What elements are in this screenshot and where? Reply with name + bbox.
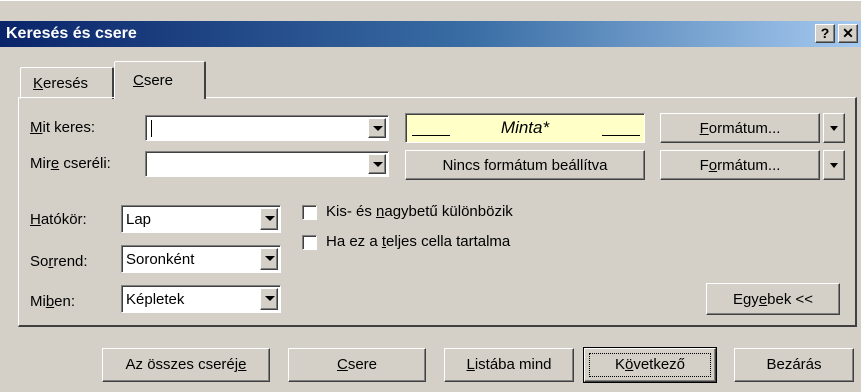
chevron-down-icon	[373, 162, 383, 167]
window-title: Keresés és csere	[6, 25, 137, 42]
replace-label: Mire cseréli:	[30, 155, 111, 172]
look-in-dropdown-button[interactable]	[260, 288, 278, 310]
find-all-label: Listába mind	[466, 356, 552, 373]
chevron-down-icon	[830, 126, 838, 131]
within-label: Hatókör:	[30, 211, 87, 228]
look-in-label: Miben:	[30, 293, 76, 310]
find-replace-dialog: Keresés és csere ? ✕ Keresés Csere Mit k…	[0, 0, 861, 392]
entire-cell-label[interactable]: Ha ez a teljes cella tartalma	[326, 233, 510, 250]
chevron-down-icon	[265, 216, 275, 221]
find-next-button[interactable]: Következő	[583, 347, 717, 383]
title-bar[interactable]: Keresés és csere ? ✕	[0, 21, 861, 47]
chevron-down-icon	[265, 296, 275, 301]
tab-search-label: Keresés	[33, 75, 89, 92]
find-format-preview: Minta*	[405, 113, 645, 143]
find-input[interactable]	[145, 115, 389, 141]
find-format-button[interactable]: Formátum...	[660, 113, 820, 143]
replace-input[interactable]	[145, 151, 389, 177]
search-order-select[interactable]: Soronként	[121, 245, 281, 273]
help-button[interactable]: ?	[815, 24, 835, 43]
text-caret	[151, 120, 152, 137]
find-label: Mit keres:	[30, 119, 96, 136]
within-select[interactable]: Lap	[121, 205, 281, 233]
replace-all-button[interactable]: Az összes cseréje	[102, 348, 270, 382]
search-order-dropdown-button[interactable]	[260, 248, 278, 270]
match-case-label[interactable]: Kis- és nagybetű különbözik	[326, 203, 513, 220]
close-icon: ✕	[842, 25, 854, 41]
replace-format-dropdown-button[interactable]	[823, 150, 845, 180]
tab-replace-label: Csere	[133, 72, 174, 89]
help-icon: ?	[820, 25, 830, 41]
chevron-down-icon	[373, 126, 383, 131]
look-in-select[interactable]: Képletek	[121, 285, 281, 313]
find-format-button-label: Formátum...	[699, 120, 781, 137]
find-format-dropdown-button[interactable]	[823, 113, 845, 143]
replace-button[interactable]: Csere	[288, 348, 426, 382]
replace-all-label: Az összes cseréje	[125, 356, 247, 373]
replace-format-button-label: Formátum...	[699, 157, 781, 174]
chevron-down-icon	[830, 163, 838, 168]
find-all-button[interactable]: Listába mind	[444, 348, 574, 382]
close-button[interactable]: Bezárás	[734, 348, 854, 382]
tab-replace[interactable]: Csere	[114, 61, 206, 99]
close-window-button[interactable]: ✕	[838, 24, 858, 43]
find-next-label: Következő	[614, 356, 686, 373]
preview-underline-right	[602, 135, 640, 136]
replace-format-preview: Nincs formátum beállítva	[405, 150, 645, 180]
tab-search[interactable]: Keresés	[20, 67, 114, 99]
entire-cell-checkbox[interactable]	[302, 235, 317, 250]
replace-format-button[interactable]: Formátum...	[660, 150, 820, 180]
chevron-down-icon	[265, 256, 275, 261]
match-case-checkbox[interactable]	[302, 205, 317, 220]
options-toggle-button[interactable]: Egyebek <<	[706, 283, 840, 315]
options-toggle-label: Egyebek <<	[732, 291, 814, 308]
replace-button-label: Csere	[336, 356, 378, 373]
within-dropdown-button[interactable]	[260, 208, 278, 230]
search-order-label: Sorrend:	[30, 253, 88, 270]
close-button-label: Bezárás	[766, 356, 822, 373]
replace-dropdown-button[interactable]	[368, 154, 386, 174]
find-dropdown-button[interactable]	[368, 118, 386, 138]
